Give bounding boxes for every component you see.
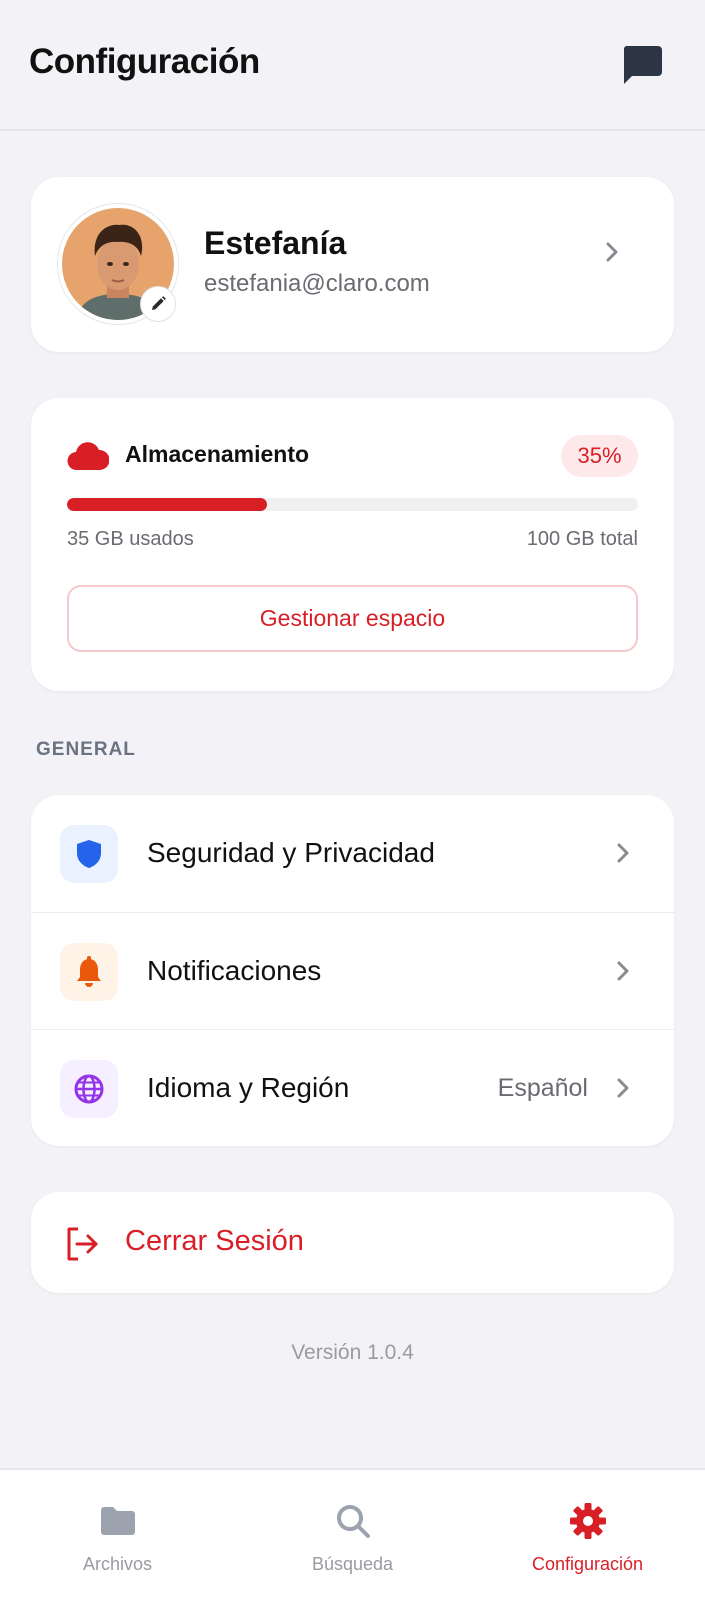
chevron-right-icon [606, 242, 618, 262]
cloud-icon [67, 442, 109, 471]
logout-icon [67, 1227, 98, 1261]
storage-title: Almacenamiento [125, 441, 310, 467]
folder-icon [101, 1507, 135, 1535]
settings-item-label: Idioma y Región [147, 1072, 350, 1103]
logout-label: Cerrar Sesión [125, 1225, 304, 1257]
chevron-right-icon [617, 843, 629, 863]
chevron-right-icon [617, 961, 629, 981]
chat-bubble-icon[interactable] [620, 44, 664, 86]
search-icon [337, 1505, 370, 1538]
gear-icon [570, 1503, 606, 1539]
chevron-right-icon [617, 1078, 629, 1098]
tab-label: Búsqueda [311, 1554, 394, 1574]
header-bar: Configuración [0, 0, 705, 131]
storage-progress-fill [67, 498, 267, 511]
general-settings-list: Seguridad y Privacidad Notificaciones Id… [31, 795, 674, 1146]
settings-item-label: Seguridad y Privacidad [147, 837, 435, 868]
storage-card: Almacenamiento 35% 35 GB usados 100 GB t… [31, 398, 674, 691]
storage-total: 100 GB total [526, 528, 638, 550]
shield-icon [60, 825, 118, 883]
pencil-icon[interactable] [140, 286, 176, 322]
globe-icon [60, 1060, 118, 1118]
settings-item-security[interactable]: Seguridad y Privacidad [31, 795, 674, 912]
settings-item-label: Notificaciones [147, 955, 322, 986]
page-title: Configuración [29, 42, 260, 81]
app-version: Versión 1.0.4 [291, 1341, 414, 1364]
manage-space-button[interactable]: Gestionar espacio [67, 585, 638, 652]
settings-item-notifications[interactable]: Notificaciones [31, 912, 674, 1029]
tab-settings[interactable]: Configuración [470, 1470, 705, 1600]
tab-label: Archivos [82, 1554, 153, 1574]
bell-icon [60, 943, 118, 1001]
tab-label: Configuración [531, 1554, 644, 1574]
storage-percent-badge: 35% [561, 435, 638, 477]
bottom-tab-bar: Archivos Búsqueda Configuración [0, 1468, 705, 1600]
tab-files[interactable]: Archivos [0, 1470, 235, 1600]
avatar-container[interactable] [58, 204, 178, 324]
profile-email: estefania@claro.com [204, 270, 430, 297]
section-label-general: GENERAL [36, 739, 136, 760]
profile-name: Estefanía [204, 225, 347, 261]
tab-search[interactable]: Búsqueda [235, 1470, 470, 1600]
settings-item-language[interactable]: Idioma y Región Español [31, 1029, 674, 1146]
logout-button[interactable]: Cerrar Sesión [31, 1192, 674, 1293]
profile-card[interactable]: Estefanía estefania@claro.com [31, 177, 674, 352]
storage-used: 35 GB usados [67, 528, 194, 550]
settings-item-value: Español [497, 1074, 588, 1102]
storage-progress-bar [67, 498, 638, 511]
